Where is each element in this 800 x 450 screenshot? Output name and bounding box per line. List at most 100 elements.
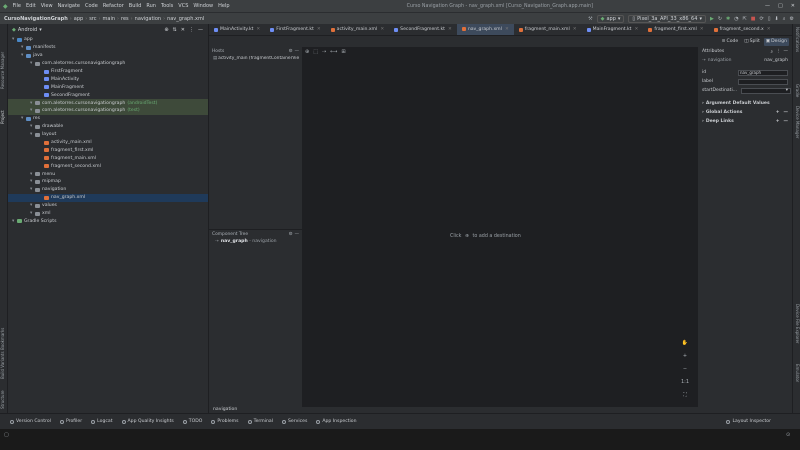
tree-item[interactable]: ▾ navigation <box>8 186 208 194</box>
tree-item[interactable]: MainFragment <box>8 83 208 91</box>
settings-icon[interactable]: ⚙ <box>289 232 293 237</box>
editor-tab[interactable]: nav_graph.xml ✕ <box>456 24 514 35</box>
code-view-button[interactable]: ≡ Code <box>720 38 741 46</box>
minimize-icon[interactable]: — <box>765 3 770 9</box>
close-icon[interactable]: ✕ <box>791 3 795 9</box>
tree-item[interactable]: ▾ xml <box>8 210 208 218</box>
hammer-icon[interactable]: ⚒ <box>588 16 592 22</box>
expand-icon[interactable]: ✕ <box>181 27 185 33</box>
add-icon[interactable]: + <box>776 110 780 115</box>
memory-icon[interactable]: ⊙ <box>786 432 790 438</box>
attribute-input[interactable]: nav_graph <box>738 69 788 76</box>
close-tab-icon[interactable]: ✕ <box>448 27 452 32</box>
settings-icon[interactable]: ⚙ <box>790 16 794 22</box>
sync-icon[interactable]: ⟳ <box>760 16 764 22</box>
editor-tab[interactable]: FirstFragment.kt ✕ <box>265 24 325 35</box>
menu-help[interactable]: Help <box>218 3 229 9</box>
tree-item[interactable]: ▾ values <box>8 202 208 210</box>
editor-tab[interactable]: MainFragment.kt ✕ <box>582 24 644 35</box>
close-tab-icon[interactable]: ✕ <box>573 27 577 32</box>
tree-item[interactable]: ▾ mipmap <box>8 178 208 186</box>
options-icon[interactable]: ⋮ <box>776 49 781 55</box>
device-file-explorer-tab[interactable]: Device File Explorer <box>795 304 800 344</box>
editor-tab[interactable]: SecondFragment.kt ✕ <box>389 24 457 35</box>
editor-tab[interactable]: fragment_first.xml ✕ <box>643 24 708 35</box>
close-tab-icon[interactable]: ✕ <box>256 27 260 32</box>
breadcrumb-item[interactable]: app <box>74 16 83 22</box>
menu-window[interactable]: Window <box>193 3 213 9</box>
minimize-panel-icon[interactable]: — <box>295 232 299 237</box>
tree-item[interactable]: ▾ menu <box>8 170 208 178</box>
new-destination-icon[interactable]: ⊕ <box>305 49 309 55</box>
breadcrumb-item[interactable]: CursoNavigationGraph <box>4 16 68 22</box>
auto-arrange-icon[interactable]: ⊞ <box>341 49 345 55</box>
minimize-panel-icon[interactable]: — <box>784 49 789 55</box>
tree-item[interactable]: ▾ app <box>8 36 208 44</box>
tree-item[interactable]: ▾ res <box>8 115 208 123</box>
status-square-icon[interactable]: ▢ <box>4 432 9 438</box>
close-tab-icon[interactable]: ✕ <box>505 27 509 32</box>
tree-item[interactable]: ▾ Gradle Scripts <box>8 217 208 225</box>
editor-tab[interactable]: activity_main.xml ✕ <box>326 24 390 35</box>
attach-icon[interactable]: ⇱ <box>743 16 747 22</box>
chevron-down-icon[interactable]: ▾ <box>786 88 788 93</box>
close-tab-icon[interactable]: ✕ <box>317 27 321 32</box>
tree-item[interactable]: SecondFragment <box>8 91 208 99</box>
editor-tab[interactable]: fragment_main.xml ✕ <box>514 24 582 35</box>
device-select[interactable]: ▯ Pixel_3a_API_33_x86_64 ▾ <box>628 14 706 23</box>
tree-item[interactable]: ▾ manifests <box>8 44 208 52</box>
design-view-button[interactable]: ▣ Design <box>763 37 789 46</box>
device-manager-icon[interactable]: ▯ <box>768 16 771 22</box>
collapse-icon[interactable]: ⇅ <box>173 27 177 33</box>
tool-window-button[interactable]: Version Control <box>10 419 51 424</box>
tool-window-button[interactable]: Problems <box>211 419 239 424</box>
zoom-out-icon[interactable]: − <box>683 366 687 372</box>
tree-item[interactable]: ▾ com.aletorres.cursonavigationgraph (andr… <box>8 99 208 108</box>
close-tab-icon[interactable]: ✕ <box>700 27 704 32</box>
breadcrumb-item[interactable]: res <box>121 16 129 22</box>
tree-item[interactable]: ▾ java <box>8 52 208 60</box>
host-item[interactable]: ▤activity_main (fragmentContainerVie <box>209 56 302 61</box>
tool-window-button[interactable]: Profiler <box>59 419 82 424</box>
zoom-reset-icon[interactable]: 1:1 <box>681 379 689 385</box>
minimize-panel-icon[interactable]: — <box>198 27 203 33</box>
new-destination-icon[interactable]: ⊕ <box>465 234 469 239</box>
layout-inspector-button[interactable]: Layout Inspector <box>726 419 791 424</box>
tree-item[interactable]: ▾ com.aletorres.cursonavigationgraph <box>8 60 208 68</box>
run-config-select[interactable]: ◆ app ▾ <box>596 14 625 23</box>
nested-graph-icon[interactable]: ⬚ <box>313 49 318 55</box>
tool-window-button[interactable]: App Inspection <box>316 419 357 424</box>
settings-icon[interactable]: ⚙ <box>289 49 293 54</box>
tree-item[interactable]: nav_graph.xml <box>8 193 208 202</box>
refresh-icon[interactable]: ↻ <box>718 16 722 22</box>
profile-icon[interactable]: ◔ <box>734 16 738 22</box>
sdk-icon[interactable]: ⬇ <box>775 16 779 22</box>
add-action-icon[interactable]: ⇢ <box>322 49 326 55</box>
menu-edit[interactable]: Edit <box>26 3 36 9</box>
tool-window-button[interactable]: Terminal <box>247 419 273 424</box>
resource-manager-tab[interactable]: Resource Manager <box>0 52 5 89</box>
split-view-button[interactable]: ◫ Split <box>742 38 762 46</box>
notifications-tab[interactable]: Notifications <box>795 27 800 52</box>
device-manager-tab[interactable]: Device Manager <box>795 106 800 138</box>
breadcrumb-item[interactable]: nav_graph.xml <box>167 16 204 22</box>
menu-code[interactable]: Code <box>85 3 98 9</box>
minus-icon[interactable]: — <box>784 110 789 115</box>
search-icon[interactable]: ⌕ <box>783 16 786 22</box>
menu-vcs[interactable]: VCS <box>178 3 188 9</box>
deeplink-icon[interactable]: ⟷ <box>330 49 337 55</box>
menu-navigate[interactable]: Navigate <box>58 3 80 9</box>
menu-build[interactable]: Build <box>129 3 142 9</box>
stop-icon[interactable]: ■ <box>751 16 756 22</box>
attribute-section[interactable]: › Global Actions + — <box>698 108 792 117</box>
menu-view[interactable]: View <box>41 3 53 9</box>
breadcrumb-item[interactable]: navigation <box>135 16 161 22</box>
debug-icon[interactable]: ✱ <box>726 16 730 22</box>
tool-window-button[interactable]: App Quality Insights <box>121 419 174 424</box>
component-tree-item[interactable]: ⇢ nav_graph - navigation <box>209 239 302 244</box>
attribute-section[interactable]: › Argument Default Values <box>698 99 792 108</box>
project-view-select[interactable]: Android <box>18 27 37 33</box>
fit-screen-icon[interactable]: ⛶ <box>683 392 687 398</box>
tree-item[interactable]: ▾ layout <box>8 131 208 139</box>
navigation-canvas[interactable]: Click ⊕ to add a destination ✋ + − 1:1 ⛶ <box>303 68 697 407</box>
